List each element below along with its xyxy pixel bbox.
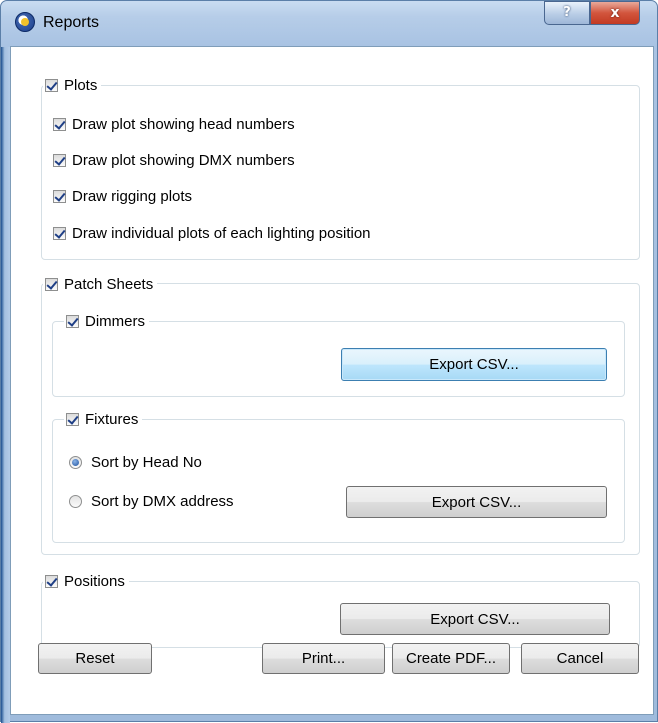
positions-check-icon	[45, 574, 58, 588]
radio-selected-icon	[69, 455, 82, 469]
option-lighting-positions[interactable]: Draw individual plots of each lighting p…	[53, 223, 371, 243]
window-title: Reports	[43, 14, 100, 31]
option-label: Draw plot showing head numbers	[72, 115, 295, 133]
sort-head-label: Sort by Head No	[91, 453, 202, 471]
option-label: Draw rigging plots	[72, 187, 193, 205]
dimmers-checkbox[interactable]: Dimmers	[64, 311, 149, 331]
fixtures-export-csv-button[interactable]: Export CSV...	[346, 486, 607, 518]
patch-sheets-check-icon	[45, 277, 58, 291]
positions-label: Positions	[64, 572, 125, 590]
create-pdf-button[interactable]: Create PDF...	[392, 643, 510, 674]
cancel-button[interactable]: Cancel	[521, 643, 639, 674]
patch-sheets-label: Patch Sheets	[64, 275, 154, 293]
radio-unselected-icon	[69, 494, 82, 508]
patch-sheets-checkbox[interactable]: Patch Sheets	[43, 274, 158, 294]
positions-checkbox[interactable]: Positions	[43, 571, 129, 591]
dimmers-check-icon	[66, 314, 79, 328]
option-head-numbers[interactable]: Draw plot showing head numbers	[53, 114, 295, 134]
sort-by-dmx-radio[interactable]: Sort by DMX address	[69, 491, 234, 511]
window-frame-left	[1, 47, 10, 723]
checkbox-icon	[53, 153, 66, 167]
fixtures-check-icon	[66, 412, 79, 426]
dialog-client-area: Plots Draw plot showing head numbers Dra…	[10, 46, 654, 715]
sort-by-head-radio[interactable]: Sort by Head No	[69, 452, 202, 472]
reset-button[interactable]: Reset	[38, 643, 152, 674]
plots-label: Plots	[64, 76, 98, 94]
plots-checkbox[interactable]: Plots	[43, 75, 102, 95]
help-button[interactable]: ?	[544, 1, 590, 25]
fixtures-label: Fixtures	[85, 410, 139, 428]
reports-dialog: Reports ? x Plots Draw plot showing head…	[0, 0, 658, 723]
option-dmx-numbers[interactable]: Draw plot showing DMX numbers	[53, 150, 295, 170]
plots-check-icon	[45, 78, 58, 92]
fixtures-checkbox[interactable]: Fixtures	[64, 409, 143, 429]
checkbox-icon	[53, 226, 66, 240]
close-button[interactable]: x	[590, 1, 640, 25]
fixtures-group	[52, 419, 625, 543]
positions-export-csv-button[interactable]: Export CSV...	[340, 603, 610, 635]
title-bar[interactable]: Reports ? x	[1, 1, 657, 47]
app-icon	[15, 12, 35, 32]
checkbox-icon	[53, 189, 66, 203]
sort-dmx-label: Sort by DMX address	[91, 492, 234, 510]
option-label: Draw plot showing DMX numbers	[72, 151, 295, 169]
checkbox-icon	[53, 117, 66, 131]
dimmers-label: Dimmers	[85, 312, 145, 330]
print-button[interactable]: Print...	[262, 643, 385, 674]
option-rigging-plots[interactable]: Draw rigging plots	[53, 186, 192, 206]
option-label: Draw individual plots of each lighting p…	[72, 224, 371, 242]
dimmers-export-csv-button[interactable]: Export CSV...	[341, 348, 607, 381]
